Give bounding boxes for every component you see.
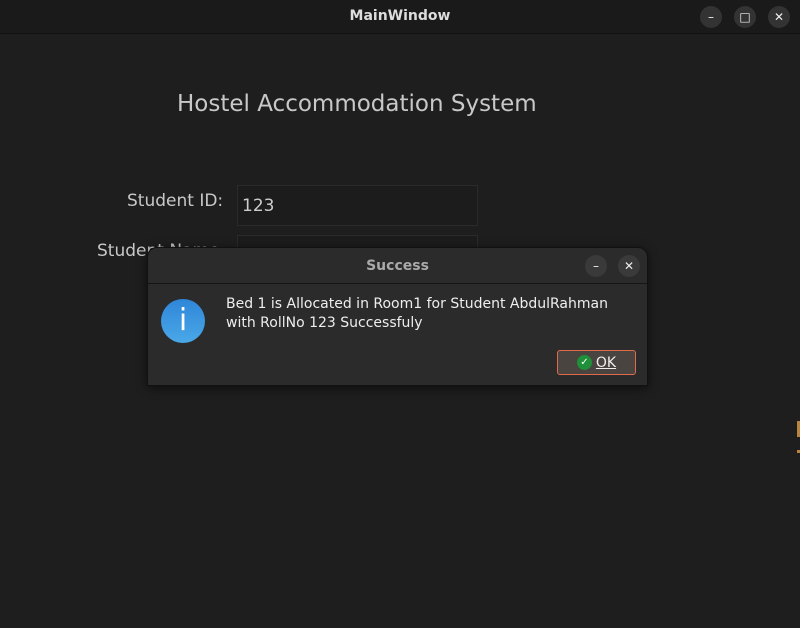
success-dialog: Success – ✕ i Bed 1 is Allocated in Room… (147, 247, 648, 386)
check-icon: ✓ (576, 355, 592, 370)
ok-label: OK (595, 354, 617, 371)
window-titlebar: MainWindow – □ ✕ (0, 0, 800, 34)
window-title: MainWindow (349, 8, 451, 24)
dialog-minimize-button[interactable]: – (585, 255, 607, 277)
dialog-close-button[interactable]: ✕ (618, 255, 640, 277)
dialog-titlebar: Success – ✕ (148, 248, 647, 284)
maximize-button[interactable]: □ (734, 6, 756, 28)
dialog-message: Bed 1 is Allocated in Room1 for Student … (226, 296, 608, 331)
page-title: Hostel Accommodation System (177, 91, 537, 117)
close-button[interactable]: ✕ (768, 6, 790, 28)
info-icon: i (161, 299, 205, 343)
minimize-button[interactable]: – (700, 6, 722, 28)
dialog-title: Success (366, 258, 429, 274)
student-id-label: Student ID: (127, 191, 224, 211)
student-id-input[interactable]: 123 (237, 185, 478, 226)
ok-button[interactable]: ✓ OK (557, 350, 636, 375)
